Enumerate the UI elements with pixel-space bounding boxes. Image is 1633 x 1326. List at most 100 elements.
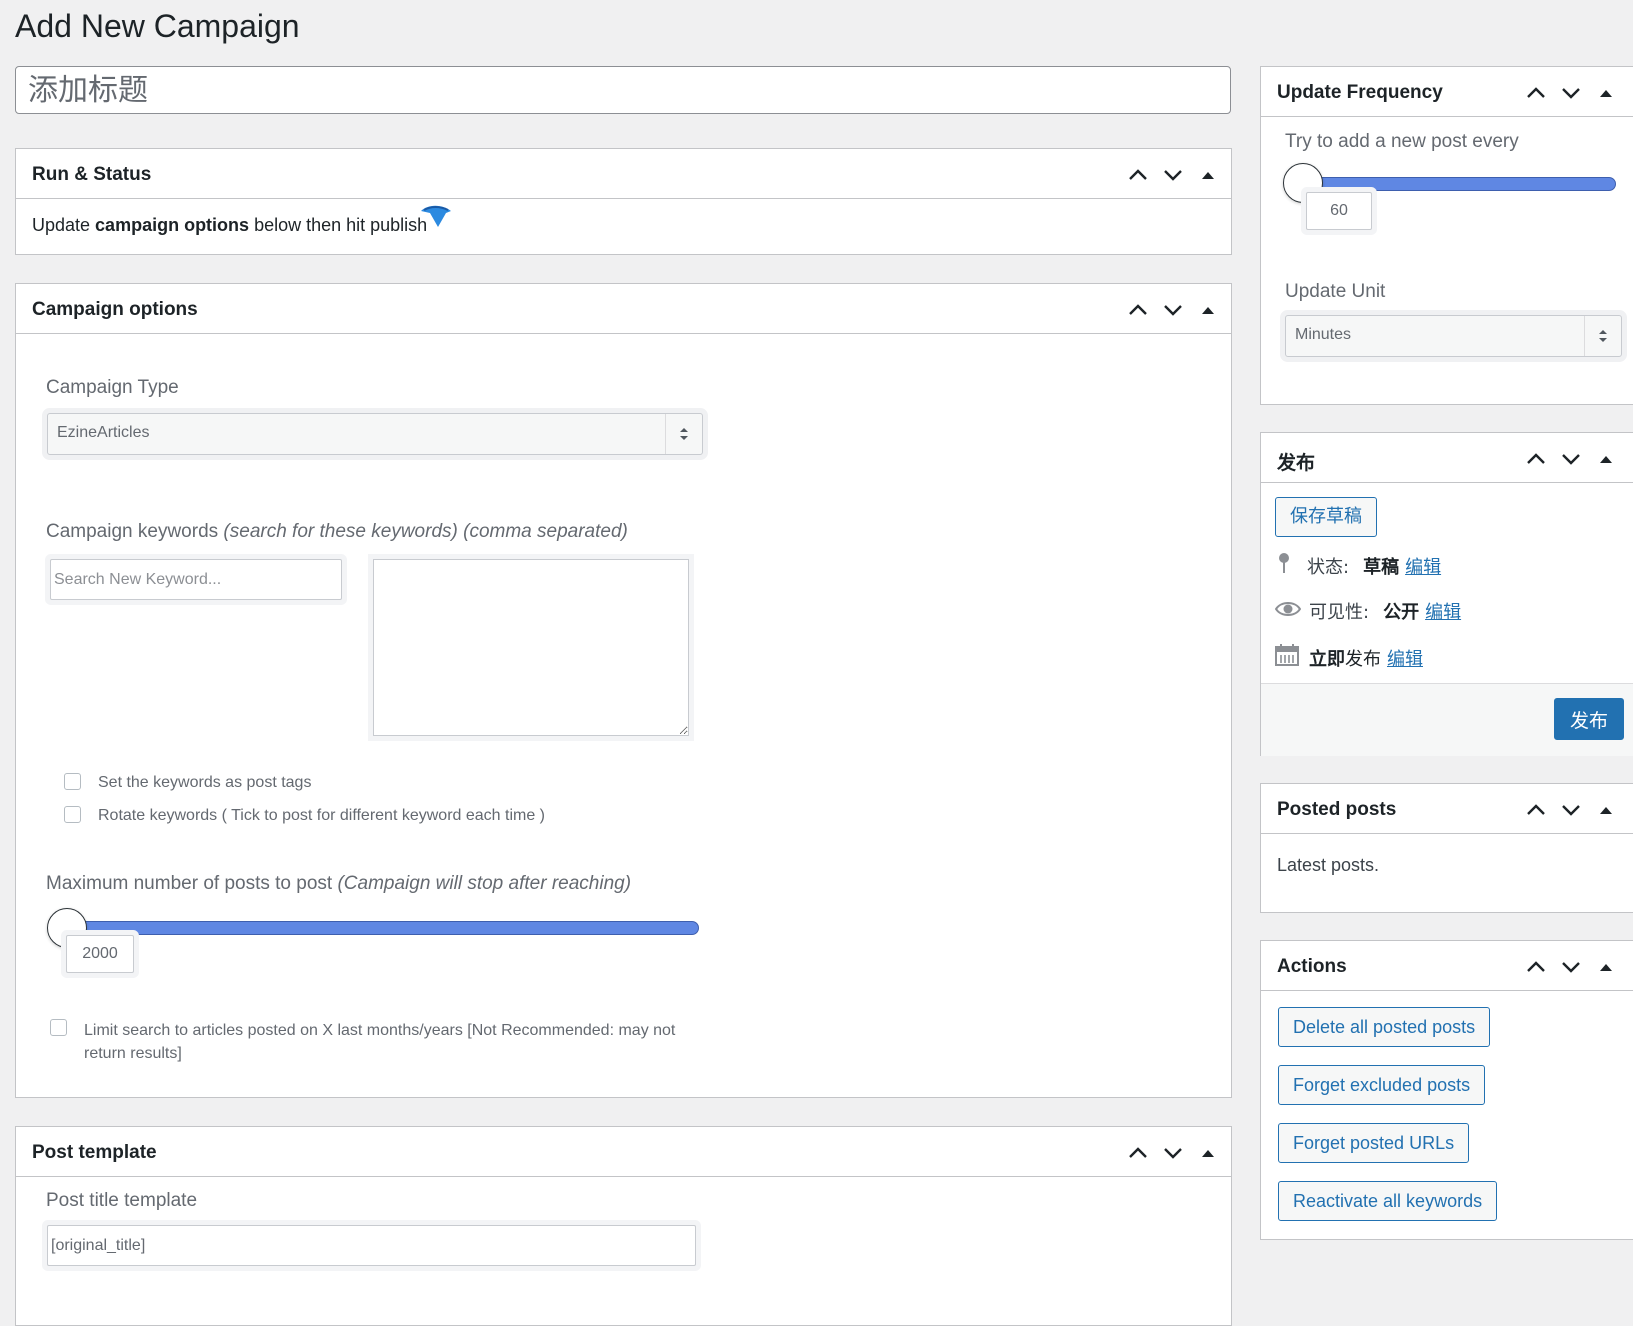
status-value: 草稿 — [1363, 556, 1400, 578]
forget-excluded-posts-button[interactable]: Forget excluded posts — [1278, 1065, 1486, 1105]
move-up-icon[interactable] — [1124, 1139, 1151, 1166]
move-down-icon[interactable] — [1557, 796, 1584, 823]
update-unit-label: Update Unit — [1285, 281, 1386, 302]
move-up-icon[interactable] — [1124, 161, 1151, 188]
limit-search-checkbox[interactable] — [50, 1019, 67, 1036]
status-edit-link[interactable]: 编辑 — [1405, 553, 1441, 579]
collapse-icon[interactable] — [1592, 445, 1619, 472]
calendar-icon — [1275, 644, 1299, 671]
collapse-icon[interactable] — [1194, 161, 1221, 188]
visibility-row: 可见性: 公开 编辑 — [1274, 598, 1461, 624]
run-status-text-bold: campaign options — [95, 215, 250, 235]
frequency-slider-track[interactable] — [1284, 177, 1616, 191]
post-title-template-input[interactable] — [47, 1225, 696, 1266]
keyword-search-input[interactable] — [50, 559, 342, 600]
campaign-type-label: Campaign Type — [46, 377, 179, 398]
posted-posts-box: Posted posts Latest posts. — [1260, 783, 1633, 913]
keywords-as-tags-checkbox[interactable] — [64, 773, 81, 790]
publish-title: 发布 — [1277, 452, 1316, 474]
move-down-icon[interactable] — [1159, 1139, 1186, 1166]
latest-posts-text: Latest posts. — [1277, 855, 1380, 875]
publish-time-edit-link[interactable]: 编辑 — [1387, 645, 1423, 671]
post-title-input[interactable] — [15, 66, 1231, 114]
run-status-header[interactable]: Run & Status — [16, 149, 1231, 199]
max-posts-label-text: Maximum number of posts to post — [46, 873, 338, 894]
save-draft-button[interactable]: 保存草稿 — [1275, 497, 1377, 537]
status-label: 状态: — [1307, 556, 1350, 578]
actions-header[interactable]: Actions — [1261, 941, 1633, 991]
limit-search-label: Limit search to articles posted on X las… — [84, 1022, 676, 1062]
visibility-label: 可见性: — [1309, 602, 1370, 623]
publish-header[interactable]: 发布 — [1261, 433, 1633, 483]
campaign-keywords-label: Campaign keywords (search for these keyw… — [46, 521, 628, 543]
eye-icon — [1274, 600, 1302, 623]
move-down-icon[interactable] — [1557, 953, 1584, 980]
update-frequency-header[interactable]: Update Frequency — [1261, 67, 1633, 117]
campaign-options-title: Campaign options — [32, 299, 198, 320]
max-posts-value: 2000 — [66, 935, 134, 973]
visibility-value: 公开 — [1383, 602, 1420, 623]
keywords-textarea[interactable] — [373, 559, 689, 736]
post-template-box: Post template Post title template — [15, 1126, 1232, 1326]
update-frequency-box: Update Frequency Try to add a new post e… — [1260, 66, 1633, 405]
update-unit-select[interactable]: Minutes — [1285, 315, 1622, 357]
update-unit-value: Minutes — [1295, 326, 1352, 343]
campaign-options-box: Campaign options Campaign Type EzineArti… — [15, 283, 1232, 1098]
max-posts-slider-track[interactable] — [50, 921, 699, 935]
publish-button[interactable]: 发布 — [1554, 698, 1624, 740]
move-up-icon[interactable] — [1522, 79, 1549, 106]
publish-time-rest: 发布 — [1345, 648, 1381, 670]
try-add-label: Try to add a new post every — [1285, 131, 1519, 152]
posted-posts-header[interactable]: Posted posts — [1261, 784, 1633, 834]
update-frequency-title: Update Frequency — [1277, 82, 1443, 103]
run-status-text-pre: Update — [32, 215, 96, 235]
move-up-icon[interactable] — [1124, 296, 1151, 323]
campaign-type-value: EzineArticles — [57, 424, 150, 441]
keywords-as-tags-label: Set the keywords as post tags — [98, 774, 312, 791]
move-up-icon[interactable] — [1522, 796, 1549, 823]
actions-box: Actions Delete all posted posts Forget e… — [1260, 940, 1633, 1240]
move-down-icon[interactable] — [1159, 296, 1186, 323]
collapse-icon[interactable] — [1194, 296, 1221, 323]
posted-posts-title: Posted posts — [1277, 799, 1397, 820]
run-status-box: Run & Status Update campaign options bel… — [15, 148, 1232, 255]
publish-actions-bar: 发布 — [1261, 683, 1633, 756]
keywords-label-text: Campaign keywords — [46, 521, 224, 542]
collapse-icon[interactable] — [1194, 1139, 1221, 1166]
collapse-icon[interactable] — [1592, 953, 1619, 980]
frequency-value: 60 — [1306, 192, 1372, 230]
move-up-icon[interactable] — [1522, 445, 1549, 472]
page-title: Add New Campaign — [15, 8, 300, 44]
campaign-type-select[interactable]: EzineArticles — [47, 413, 703, 455]
publish-time-bold: 立即 — [1309, 648, 1345, 670]
keywords-label-hint: (search for these keywords) (comma separ… — [223, 521, 628, 542]
move-down-icon[interactable] — [1557, 79, 1584, 106]
delete-all-posted-posts-button[interactable]: Delete all posted posts — [1278, 1007, 1491, 1047]
select-arrows-icon — [1584, 316, 1621, 356]
collapse-icon[interactable] — [1592, 796, 1619, 823]
post-template-title: Post template — [32, 1142, 157, 1163]
run-status-message: Update campaign options below then hit p… — [32, 215, 427, 236]
visibility-edit-link[interactable]: 编辑 — [1425, 598, 1461, 624]
rotate-keywords-label: Rotate keywords ( Tick to post for diffe… — [98, 807, 545, 824]
run-status-text-post: below then hit publish — [249, 215, 428, 235]
move-up-icon[interactable] — [1522, 953, 1549, 980]
reactivate-all-keywords-button[interactable]: Reactivate all keywords — [1278, 1181, 1498, 1221]
select-arrows-icon — [665, 414, 702, 454]
pin-icon — [1277, 552, 1299, 579]
max-posts-label: Maximum number of posts to post (Campaig… — [46, 873, 631, 895]
rotate-keywords-checkbox[interactable] — [64, 806, 81, 823]
run-status-title: Run & Status — [32, 164, 152, 185]
move-down-icon[interactable] — [1159, 161, 1186, 188]
post-title-template-label: Post title template — [46, 1190, 198, 1211]
publish-time-row: 立即 发布 编辑 — [1275, 644, 1423, 671]
arrow-down-icon — [418, 201, 454, 236]
post-template-header[interactable]: Post template — [16, 1127, 1231, 1177]
actions-title: Actions — [1277, 956, 1347, 977]
collapse-icon[interactable] — [1592, 79, 1619, 106]
forget-posted-urls-button[interactable]: Forget posted URLs — [1278, 1123, 1470, 1163]
publish-box: 发布 保存草稿 状态: 草稿 编辑 可见性: 公开 编辑 立即 发布 编辑 发布 — [1260, 432, 1633, 756]
move-down-icon[interactable] — [1557, 445, 1584, 472]
status-row: 状态: 草稿 编辑 — [1277, 552, 1441, 579]
campaign-options-header[interactable]: Campaign options — [16, 284, 1231, 334]
